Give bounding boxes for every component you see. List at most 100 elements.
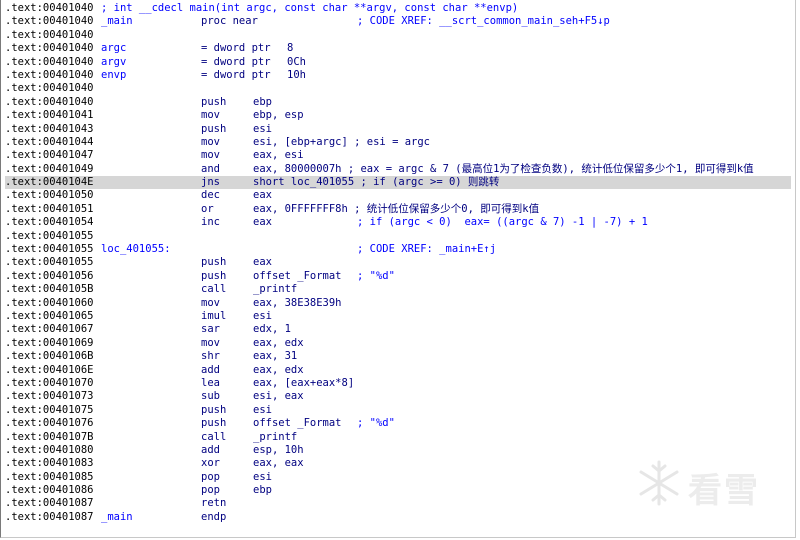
instruction-mnemonic: mov [201, 149, 220, 162]
symbol-name: _main [101, 510, 133, 523]
listing-line[interactable]: .text:0040104E jns short loc_401055 ; if (… [5, 176, 791, 190]
instruction-operands: esi [253, 122, 272, 135]
listing-line[interactable]: .text:00401040 envp = dword ptr 10h [5, 69, 791, 82]
instruction-operands: _printf [253, 283, 298, 296]
listing-line[interactable]: .text:00401055 loc_401055: ; CODE XREF: _m… [5, 243, 791, 256]
listing-line[interactable]: .text:00401040 _main proc near ; CODE XREF:… [5, 15, 791, 28]
symbol-name: argc [101, 42, 127, 55]
line-address: .text:00401067 [5, 323, 94, 336]
listing-line[interactable]: .text:00401050 dec eax [5, 189, 791, 202]
line-address: .text:00401069 [5, 336, 94, 349]
watermark-text: 看雪 [688, 471, 760, 511]
line-address: .text:0040106B [5, 350, 94, 363]
disassembly-listing: .text:00401040 ; int __cdecl main(int arg… [5, 2, 791, 524]
line-address: .text:00401040 [5, 2, 94, 14]
listing-line[interactable]: .text:00401076 push offset _Format ; "%d" [5, 417, 791, 430]
line-address: .text:00401087 [5, 510, 94, 523]
line-address: .text:00401070 [5, 376, 94, 389]
instruction-mnemonic: lea [201, 376, 220, 389]
listing-line[interactable]: .text:00401040 ; int __cdecl main(int arg… [5, 2, 791, 15]
instruction-operands: esi [253, 403, 272, 416]
listing-line[interactable]: .text:00401040 push ebp [5, 96, 791, 109]
listing-line[interactable]: .text:00401043 push esi [5, 123, 791, 136]
listing-line[interactable]: .text:00401047 mov eax, esi [5, 149, 791, 162]
line-address: .text:00401040 [5, 42, 94, 55]
listing-line[interactable]: .text:00401040 [5, 29, 791, 42]
line-address: .text:00401049 [5, 162, 94, 175]
listing-line[interactable]: .text:0040106B shr eax, 31 [5, 350, 791, 363]
listing-line[interactable]: .text:0040105B call _printf [5, 283, 791, 296]
instruction-operands: short loc_401055 ; if (argc >= 0) 则跳转 [253, 176, 500, 189]
line-address: .text:00401076 [5, 417, 94, 430]
listing-line[interactable]: .text:0040107B call _printf [5, 431, 791, 444]
instruction-operands: ebp [253, 484, 272, 497]
line-address: .text:00401055 [5, 229, 94, 242]
instruction-mnemonic: = dword ptr [201, 68, 271, 81]
line-comment: ; "%d" [357, 417, 395, 430]
instruction-operands: edx, 1 [253, 323, 291, 336]
listing-line[interactable]: .text:00401060 mov eax, 38E38E39h [5, 297, 791, 310]
instruction-mnemonic: sub [201, 390, 220, 403]
kanxue-watermark: 看雪 [630, 455, 780, 511]
instruction-operands: 10h [287, 68, 306, 81]
instruction-mnemonic: proc near [201, 15, 258, 28]
function-signature-comment: ; int __cdecl main(int argc, const char … [101, 2, 519, 14]
instruction-mnemonic: = dword ptr [201, 55, 271, 68]
listing-line[interactable]: .text:0040106E add eax, edx [5, 364, 791, 377]
line-address: .text:0040104E [5, 176, 94, 189]
line-address: .text:00401040 [5, 28, 94, 41]
line-address: .text:00401065 [5, 309, 94, 322]
line-address: .text:00401055 [5, 256, 94, 269]
listing-line[interactable]: .text:00401070 lea eax, [eax+eax*8] [5, 377, 791, 390]
instruction-mnemonic: imul [201, 309, 227, 322]
listing-line[interactable]: .text:00401049 and eax, 80000007h ; eax = … [5, 163, 791, 176]
instruction-operands: eax, 38E38E39h [253, 296, 342, 309]
instruction-mnemonic: mov [201, 109, 220, 122]
listing-line[interactable]: .text:00401055 push eax [5, 256, 791, 269]
listing-line[interactable]: .text:00401056 push offset _Format ; "%d" [5, 270, 791, 283]
instruction-mnemonic: mov [201, 135, 220, 148]
instruction-mnemonic: endp [201, 510, 227, 523]
instruction-operands: esp, 10h [253, 443, 304, 456]
listing-line[interactable]: .text:00401044 mov esi, [ebp+argc] ; esi =… [5, 136, 791, 149]
listing-line[interactable]: .text:00401041 mov ebp, esp [5, 109, 791, 122]
instruction-operands: ebp [253, 95, 272, 108]
line-address: .text:00401060 [5, 296, 94, 309]
instruction-mnemonic: call [201, 430, 227, 443]
listing-line[interactable]: .text:00401054 inc eax ; if (argc < 0) eax=… [5, 216, 791, 229]
listing-line[interactable]: .text:00401040 [5, 82, 791, 95]
symbol-name: argv [101, 55, 127, 68]
symbol-name: _main [101, 15, 133, 28]
line-address: .text:00401080 [5, 443, 94, 456]
instruction-operands: esi [253, 309, 272, 322]
instruction-mnemonic: call [201, 283, 227, 296]
line-address: .text:00401041 [5, 109, 94, 122]
listing-line[interactable]: .text:00401087 _main endp [5, 511, 791, 524]
instruction-mnemonic: and [201, 162, 220, 175]
line-address: .text:0040105B [5, 283, 94, 296]
listing-line[interactable]: .text:00401069 mov eax, edx [5, 337, 791, 350]
instruction-operands: 8 [287, 42, 294, 55]
instruction-operands: eax, eax [253, 457, 304, 470]
listing-line[interactable]: .text:00401067 sar edx, 1 [5, 323, 791, 336]
listing-line[interactable]: .text:00401040 argc = dword ptr 8 [5, 42, 791, 55]
line-address: .text:00401054 [5, 216, 94, 229]
symbol-name: envp [101, 68, 127, 81]
listing-line[interactable]: .text:00401073 sub esi, eax [5, 390, 791, 403]
instruction-operands: eax, 0FFFFFFF8h ; 统计低位保留多少个0, 即可得到k值 [253, 202, 540, 215]
instruction-mnemonic: mov [201, 296, 220, 309]
line-comment: ; "%d" [357, 269, 395, 282]
listing-line[interactable]: .text:00401075 push esi [5, 404, 791, 417]
listing-line[interactable]: .text:00401065 imul esi [5, 310, 791, 323]
listing-line[interactable]: .text:00401055 [5, 230, 791, 243]
instruction-mnemonic: push [201, 122, 227, 135]
symbol-name: loc_401055: [101, 243, 171, 256]
listing-line[interactable]: .text:00401051 or eax, 0FFFFFFF8h ; 统计低位保留… [5, 203, 791, 216]
line-address: .text:0040106E [5, 363, 94, 376]
listing-line[interactable]: .text:00401040 argv = dword ptr 0Ch [5, 56, 791, 69]
instruction-mnemonic: sar [201, 323, 220, 336]
line-address: .text:00401056 [5, 269, 94, 282]
instruction-mnemonic: xor [201, 457, 220, 470]
line-address: .text:00401040 [5, 82, 94, 95]
line-address: .text:00401055 [5, 243, 94, 256]
